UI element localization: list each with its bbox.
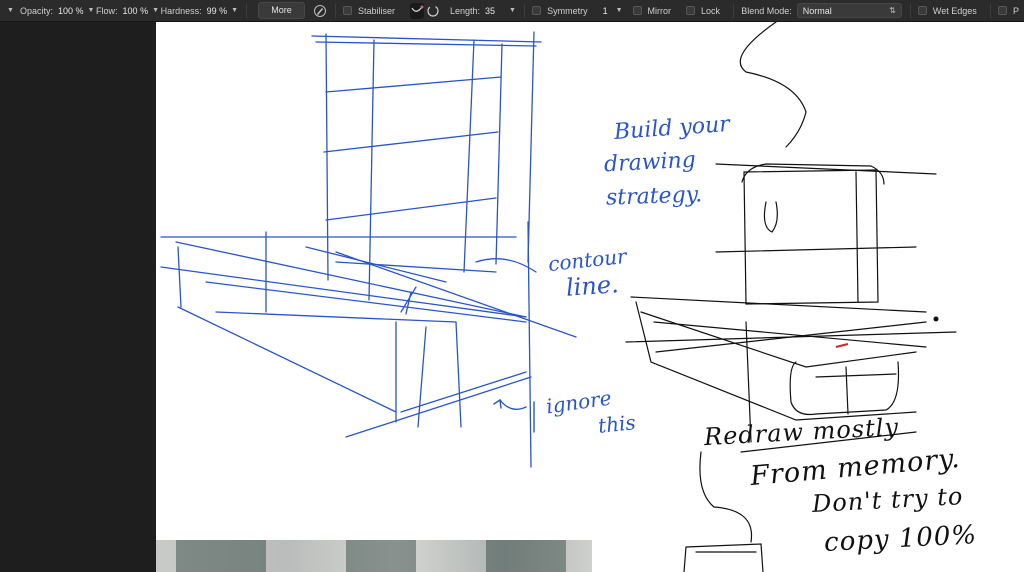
symmetry-checkbox[interactable] [532, 6, 542, 15]
window-mode-button[interactable] [426, 3, 440, 19]
window-mode-icon [427, 4, 439, 17]
ignore-brace [493, 398, 535, 433]
red-accent-mark [835, 343, 849, 348]
chevron-down-icon[interactable]: ▼ [87, 7, 94, 14]
length-label: Length: [449, 5, 480, 16]
stabiliser-label: Stabiliser [357, 5, 395, 16]
wet-edges-checkbox[interactable] [917, 6, 927, 15]
chevron-down-icon: ▼ [7, 7, 14, 14]
hardness-value[interactable]: 99 % [207, 6, 228, 16]
pen-marker-dot [933, 316, 939, 322]
brush-icon [313, 4, 326, 17]
lock-checkbox[interactable] [686, 6, 696, 15]
reference-photo[interactable] [156, 540, 592, 572]
mirror-toggle[interactable]: Mirror [632, 0, 677, 21]
hardness-label: Hardness: [160, 5, 202, 16]
chevron-down-icon[interactable]: ▼ [152, 7, 159, 14]
lock-label: Lock [701, 5, 721, 16]
symmetry-count-value[interactable]: 1 [603, 6, 608, 16]
flow-control[interactable]: Flow: 100 % ▼ [96, 0, 159, 21]
blend-mode-select[interactable]: Normal ⇅ [796, 3, 902, 18]
brush-settings-button[interactable] [313, 3, 327, 19]
building-sketch [160, 31, 577, 468]
photo-tree-shade [486, 540, 566, 572]
drawing-canvas[interactable]: Build your drawing strategy. contour lin… [156, 22, 1024, 572]
photo-tree-shade [176, 540, 266, 572]
chevron-updown-icon: ⇅ [889, 6, 896, 15]
chevron-down-icon[interactable]: ▼ [616, 7, 623, 14]
rope-mode-icon [411, 5, 424, 12]
note-contour-line-2: line. [565, 270, 620, 302]
note-strategy-line-2: drawing [603, 147, 697, 178]
chevron-down-icon[interactable]: ▼ [231, 7, 238, 14]
symmetry-toggle[interactable]: Symmetry [532, 0, 593, 21]
toolbar-leading-caret[interactable]: ▼ [3, 0, 14, 21]
lock-toggle[interactable]: Lock [686, 0, 725, 21]
photo-tree-shade [346, 540, 416, 572]
blend-mode-label: Blend Mode: [741, 5, 792, 16]
mirror-checkbox[interactable] [632, 6, 642, 15]
length-control[interactable]: Length: 35 ▼ [450, 0, 516, 21]
blend-mode-value: Normal [802, 5, 832, 16]
opacity-label: Opacity: [19, 5, 53, 16]
trailing-toggle[interactable]: P [997, 0, 1024, 21]
note-ignore-line-2: this [596, 410, 637, 438]
opacity-control[interactable]: Opacity: 100 % ▼ [20, 0, 94, 21]
wet-edges-label: Wet Edges [932, 5, 977, 16]
symmetry-count-control[interactable]: 1 ▼ [603, 0, 623, 21]
symmetry-label: Symmetry [547, 5, 588, 16]
mirror-label: Mirror [647, 5, 672, 16]
length-value[interactable]: 35 [485, 6, 495, 16]
context-toolbar: ▼ Opacity: 100 % ▼ Flow: 100 % ▼ Hardnes… [0, 0, 1024, 22]
note-memory-line-3: Don't try to [811, 482, 965, 518]
trailing-checkbox[interactable] [997, 6, 1007, 15]
stabiliser-checkbox[interactable] [342, 6, 352, 15]
workspace-margin [0, 22, 156, 572]
rope-mode-button[interactable] [409, 2, 424, 19]
stabiliser-toggle[interactable]: Stabiliser [342, 0, 400, 21]
opacity-value[interactable]: 100 % [58, 6, 84, 16]
trailing-label: P [1012, 5, 1019, 16]
flow-label: Flow: [96, 5, 118, 16]
hardness-control[interactable]: Hardness: 99 % ▼ [161, 0, 238, 21]
note-strategy-line-3: strategy. [605, 182, 703, 211]
note-memory-line-4: copy 100% [823, 520, 978, 558]
chevron-down-icon[interactable]: ▼ [509, 7, 516, 14]
more-button[interactable]: More [258, 2, 305, 19]
flow-value[interactable]: 100 % [123, 6, 149, 16]
blend-mode-control[interactable]: Blend Mode: Normal ⇅ [741, 0, 902, 21]
wet-edges-toggle[interactable]: Wet Edges [917, 0, 982, 21]
